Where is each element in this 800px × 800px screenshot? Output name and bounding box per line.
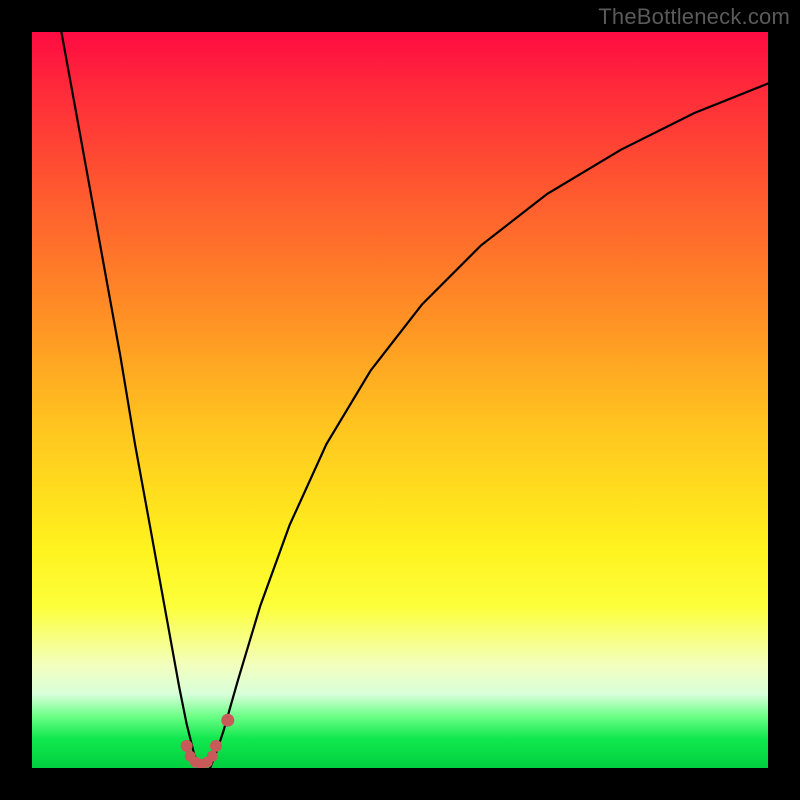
curve-left-branch (61, 32, 199, 768)
outer-frame: TheBottleneck.com (0, 0, 800, 800)
valley-dots (181, 714, 235, 768)
valley-dot (207, 751, 218, 762)
valley-dot (210, 740, 222, 752)
valley-dot (221, 714, 234, 727)
curve-layer (32, 32, 768, 768)
watermark-text: TheBottleneck.com (598, 4, 790, 30)
plot-area (32, 32, 768, 768)
curve-right-branch (210, 84, 768, 769)
valley-dot (181, 740, 193, 752)
